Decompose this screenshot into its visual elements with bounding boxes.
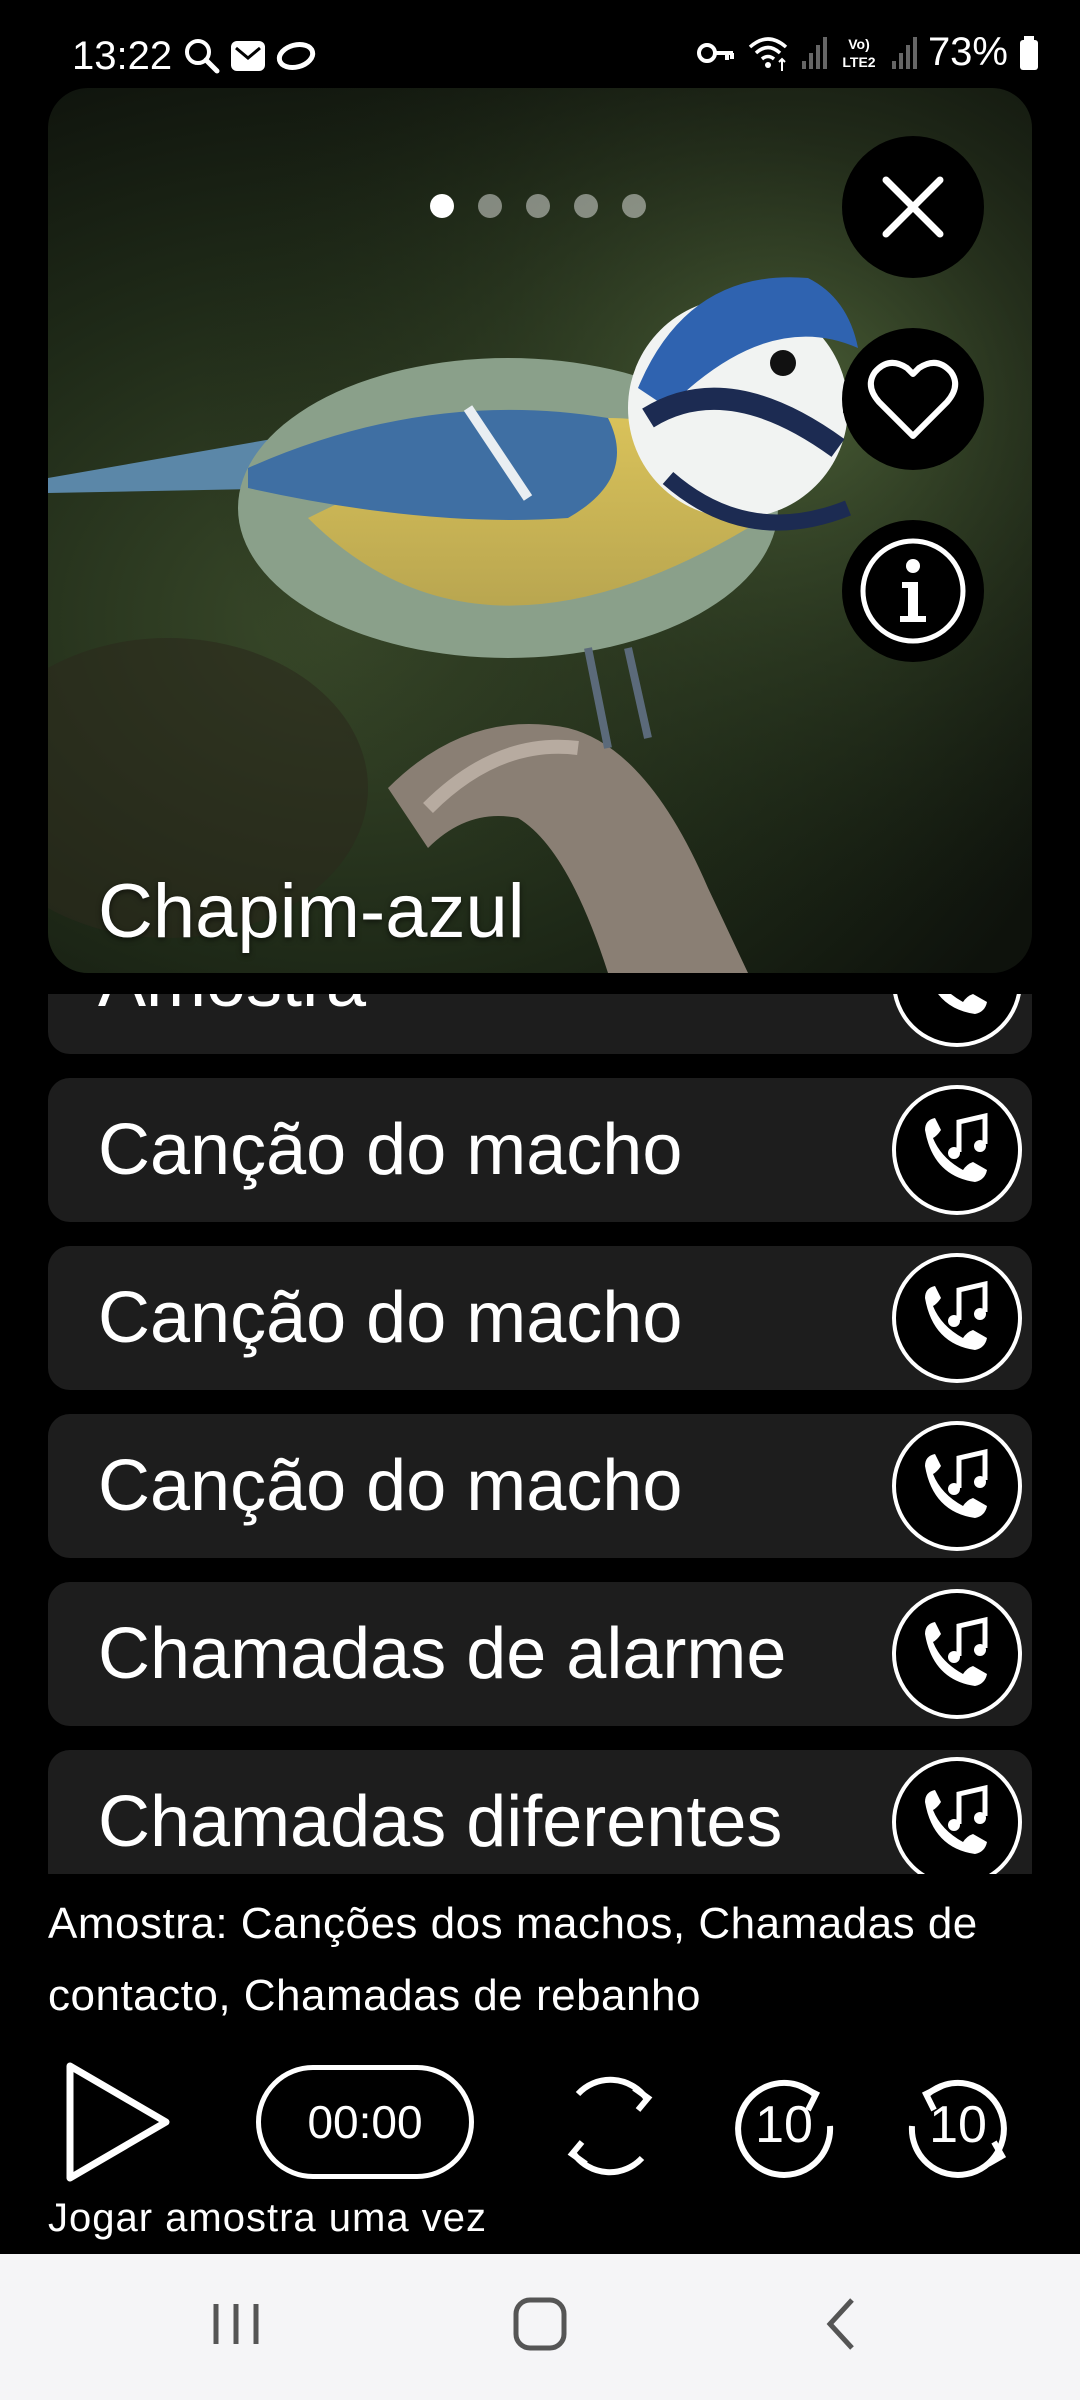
forward-10-icon: 10 xyxy=(735,2079,834,2178)
mail-icon xyxy=(231,41,265,71)
system-nav-bar xyxy=(0,2254,1080,2400)
recording-row[interactable]: Canção do macho xyxy=(48,1246,1032,1390)
info-icon xyxy=(860,538,966,644)
player-controls: 00:00 10 10 xyxy=(0,2050,1080,2200)
recording-row[interactable]: Canção do macho xyxy=(48,1078,1032,1222)
play-recording-button[interactable] xyxy=(892,1421,1022,1551)
play-mode-label: Jogar amostra uma vez xyxy=(48,2196,487,2240)
status-bar: 13:22 Vo) LTE2 73% xyxy=(0,0,1080,88)
heart-icon xyxy=(867,359,959,439)
status-time: 13:22 xyxy=(72,34,173,78)
repeat-button[interactable] xyxy=(548,2064,672,2193)
repeat-icon xyxy=(567,2076,653,2176)
recents-icon xyxy=(213,2304,259,2344)
recording-label: Canção do macho xyxy=(98,1110,683,1190)
vpn-key-icon xyxy=(696,42,734,63)
pager-dot[interactable] xyxy=(430,194,454,218)
back-button[interactable] xyxy=(818,2294,866,2359)
pager-dot[interactable] xyxy=(574,194,598,218)
signal-icon xyxy=(801,36,827,69)
pager-dot[interactable] xyxy=(622,194,646,218)
back-seconds: 10 xyxy=(929,2096,987,2154)
recording-label: Amostra xyxy=(98,994,366,1054)
recording-row[interactable]: Canção do macho xyxy=(48,1414,1032,1558)
play-button[interactable] xyxy=(62,2060,172,2189)
phone-music-icon xyxy=(925,1784,988,1854)
close-button[interactable] xyxy=(842,136,984,278)
search-icon xyxy=(185,39,220,74)
phone-music-icon xyxy=(938,994,987,1014)
play-recording-button[interactable] xyxy=(892,1757,1022,1874)
bird-photo-card[interactable]: Chapim-azul xyxy=(48,88,1032,973)
home-button[interactable] xyxy=(508,2294,572,2359)
play-recording-button[interactable] xyxy=(892,994,1022,1047)
volte-icon: Vo) LTE2 xyxy=(842,36,875,70)
forward-10-button[interactable]: 10 xyxy=(722,2064,846,2193)
recording-label: Canção do macho xyxy=(98,1278,683,1358)
playback-time: 00:00 xyxy=(256,2065,474,2179)
sample-description: Amostra: Canções dos machos, Chamadas de… xyxy=(48,1899,978,2020)
recording-row[interactable]: Chamadas de alarme xyxy=(48,1582,1032,1726)
bird-name: Chapim-azul xyxy=(98,869,525,954)
close-icon xyxy=(882,176,944,238)
phone-music-icon xyxy=(925,1616,988,1686)
ring-icon xyxy=(276,41,316,71)
play-recording-button[interactable] xyxy=(892,1253,1022,1383)
svg-text:Vo): Vo) xyxy=(848,36,870,52)
recording-label: Chamadas de alarme xyxy=(98,1614,787,1694)
home-icon xyxy=(513,2297,567,2351)
recordings-list[interactable]: Amostra Canção do macho Canção do mach xyxy=(48,994,1032,1874)
recording-row[interactable]: Amostra xyxy=(48,994,1032,1054)
rewind-10-icon: 10 xyxy=(908,2079,1007,2178)
recording-row[interactable]: Chamadas diferentes xyxy=(48,1750,1032,1874)
forward-seconds: 10 xyxy=(755,2096,813,2154)
recording-label: Chamadas diferentes xyxy=(98,1782,783,1862)
svg-text:LTE2: LTE2 xyxy=(842,54,875,70)
phone-music-icon xyxy=(925,1280,988,1350)
photo-pager[interactable] xyxy=(430,194,646,218)
favorite-button[interactable] xyxy=(842,328,984,470)
pager-dot[interactable] xyxy=(526,194,550,218)
play-icon xyxy=(66,2062,170,2182)
recents-button[interactable] xyxy=(208,2294,264,2359)
playback-time-text: 00:00 xyxy=(307,2096,423,2148)
battery-percent: 73% xyxy=(927,30,1008,74)
recording-label: Canção do macho xyxy=(98,1446,683,1526)
play-recording-button[interactable] xyxy=(892,1085,1022,1215)
back-icon xyxy=(826,2298,854,2350)
info-button[interactable] xyxy=(842,520,984,662)
signal-icon xyxy=(891,36,917,69)
wifi-icon xyxy=(748,36,788,71)
back-10-button[interactable]: 10 xyxy=(896,2064,1020,2193)
pager-dot[interactable] xyxy=(478,194,502,218)
phone-music-icon xyxy=(925,1112,988,1182)
phone-music-icon xyxy=(925,1448,988,1518)
battery-icon xyxy=(1020,35,1038,70)
play-recording-button[interactable] xyxy=(892,1589,1022,1719)
